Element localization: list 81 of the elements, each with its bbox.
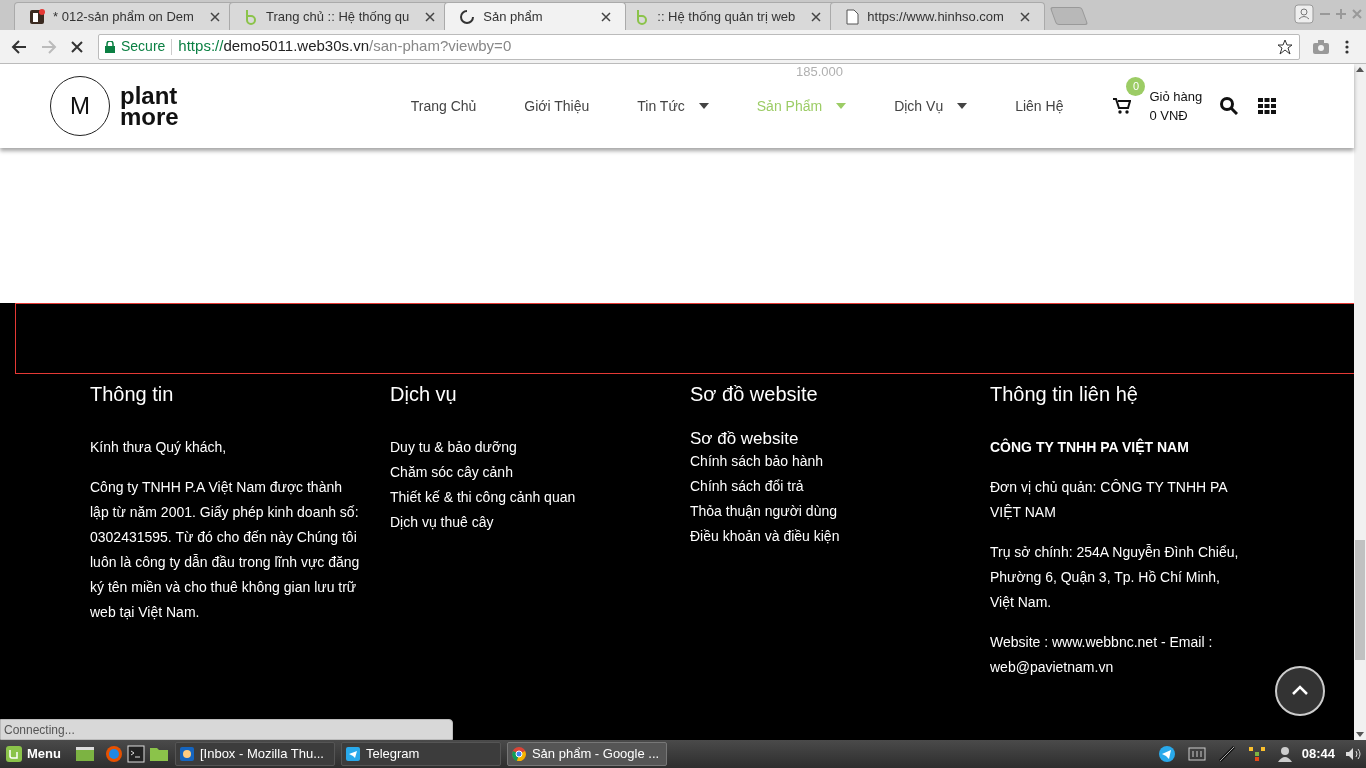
nav-link[interactable]: Trang Chủ — [410, 95, 477, 117]
footer-text: Website : www.webbnc.net - Email : web@pavietnam.vn — [990, 633, 1214, 677]
nav-link[interactable]: Dịch Vụ — [894, 95, 968, 117]
camera-icon[interactable] — [1312, 38, 1330, 55]
cart-icon[interactable] — [1113, 98, 1132, 114]
tab-title: Trang chủ :: Hệ thống qu — [265, 7, 411, 26]
close-icon[interactable] — [425, 11, 436, 22]
footer-heading: Thông tin — [90, 382, 175, 407]
footer-link[interactable]: Thỏa thuận người dùng — [690, 499, 990, 524]
nav-link[interactable]: Liên Hệ — [1015, 95, 1064, 117]
page-icon — [845, 8, 860, 25]
price-text: 185.000 — [796, 64, 843, 81]
star-icon[interactable] — [1277, 38, 1293, 55]
back-icon[interactable] — [10, 37, 28, 56]
footer-link[interactable]: Dịch vụ thuê cây — [390, 510, 690, 535]
taskbar-window-button[interactable]: Sản phẩm - Google ... — [506, 742, 667, 766]
status-bubble: Connecting... — [0, 719, 453, 740]
browser-tab[interactable]: Sản phẩm — [444, 2, 627, 30]
footer-subheading: Sơ đồ website — [690, 429, 800, 449]
nav-link[interactable]: Tin Tức — [637, 95, 709, 117]
folder-icon[interactable] — [148, 746, 169, 762]
close-icon[interactable] — [601, 11, 612, 22]
footer-text: Trụ sở chính: 254A Nguyễn Đình Chiểu, Phường 6, Quận 3, Tp. Hồ Chí Minh, Việt Nam. — [990, 543, 1240, 612]
stop-icon[interactable] — [70, 39, 84, 54]
clock: 08:44 — [1301, 745, 1335, 764]
scroll-up-icon[interactable] — [1356, 67, 1364, 72]
terminal-icon[interactable] — [126, 745, 145, 763]
mint-logo-icon — [5, 745, 23, 763]
browser-tab[interactable]: https://www.hinhso.com — [830, 2, 1045, 30]
keyboard-icon[interactable] — [1187, 747, 1206, 761]
footer-heading: Thông tin liên hệ — [990, 382, 1139, 407]
close-icon[interactable] — [811, 11, 822, 22]
menu-icon[interactable] — [1344, 38, 1350, 55]
desktop-icon[interactable] — [74, 745, 95, 763]
update-icon[interactable] — [1247, 746, 1266, 762]
volume-icon[interactable] — [1345, 747, 1361, 761]
footer-link[interactable]: Thiết kế & thi công cảnh quan — [390, 485, 690, 510]
cart-count-badge: 0 — [1126, 77, 1146, 96]
nav-link[interactable]: Giới Thiệu — [524, 95, 590, 117]
footer-text: Đơn vị chủ quản: CÔNG TY TNHH PA VIỆT NAM — [990, 478, 1229, 522]
scrollbar-thumb[interactable] — [1355, 540, 1365, 660]
paper-plane-icon — [345, 747, 360, 761]
footer-heading: Dịch vụ — [390, 382, 458, 407]
loading-icon — [459, 8, 476, 25]
taskbar-window-button[interactable]: Telegram — [340, 742, 501, 766]
footer-link[interactable]: Chính sách đổi trả — [690, 474, 990, 499]
url-text: https://demo5011.web30s.vn/san-pham?viewby=0 — [178, 36, 513, 57]
footer-text: Công ty TNHH P.A Việt Nam được thành lập từ năm 2001. Giấy phép kinh doanh số: 0302431595. Từ đó cho đến này Chúng tôi luôn là công ty dẫn đầu trong lĩnh vực đăng ký tên miền và cho thuê không gian lưu trữ web tại Việt Nam. — [90, 478, 361, 622]
globe-icon[interactable] — [104, 745, 123, 763]
footer-link[interactable]: Duy tu & bảo dưỡng — [390, 435, 690, 460]
cart-total: 0 VNĐ — [1149, 107, 1189, 125]
footer-heading: Sơ đồ website — [690, 382, 819, 407]
user-icon[interactable] — [1277, 746, 1292, 762]
browser-icon — [511, 747, 526, 761]
address-bar[interactable]: Secure https://demo5011.web30s.vn/san-pham?viewby=0 — [98, 33, 1300, 60]
tab-title: :: Hệ thống quản trị web — [657, 7, 797, 26]
start-menu-button[interactable]: Menu — [3, 744, 63, 764]
search-icon[interactable] — [1220, 97, 1239, 115]
taskbar-window-button[interactable]: [Inbox - Mozilla Thu... — [174, 742, 335, 766]
grid-menu-icon[interactable] — [1258, 98, 1277, 114]
scroll-down-icon[interactable] — [1356, 732, 1364, 737]
tab-title: Sản phẩm — [483, 7, 544, 26]
mail-app-icon — [179, 747, 194, 761]
company-name: CÔNG TY TNHH PA VIỆT NAM — [990, 437, 1190, 457]
close-icon[interactable] — [209, 11, 220, 22]
profile-icon[interactable] — [1294, 4, 1314, 24]
b-logo-icon — [243, 8, 258, 25]
app-icon — [29, 8, 45, 25]
lock-icon — [105, 40, 115, 53]
secure-label: Secure — [121, 37, 166, 56]
b-logo-icon — [635, 8, 650, 25]
footer-link[interactable]: Chăm sóc cây cảnh — [390, 460, 690, 485]
paper-plane-icon[interactable] — [1157, 745, 1176, 763]
cart-label: Giỏ hàng — [1149, 88, 1203, 106]
scroll-top-button[interactable] — [1275, 666, 1325, 716]
footer-link[interactable]: Chính sách bảo hành — [690, 449, 990, 474]
footer-link[interactable]: Điều khoản và điều kiện — [690, 524, 990, 549]
tab-title: https://www.hinhso.com — [867, 7, 1005, 26]
footer-text: Kính thưa Quý khách, — [90, 438, 228, 457]
tab-title: * 012-sản phẩm on Dem — [53, 7, 195, 26]
close-icon[interactable] — [1019, 11, 1030, 22]
